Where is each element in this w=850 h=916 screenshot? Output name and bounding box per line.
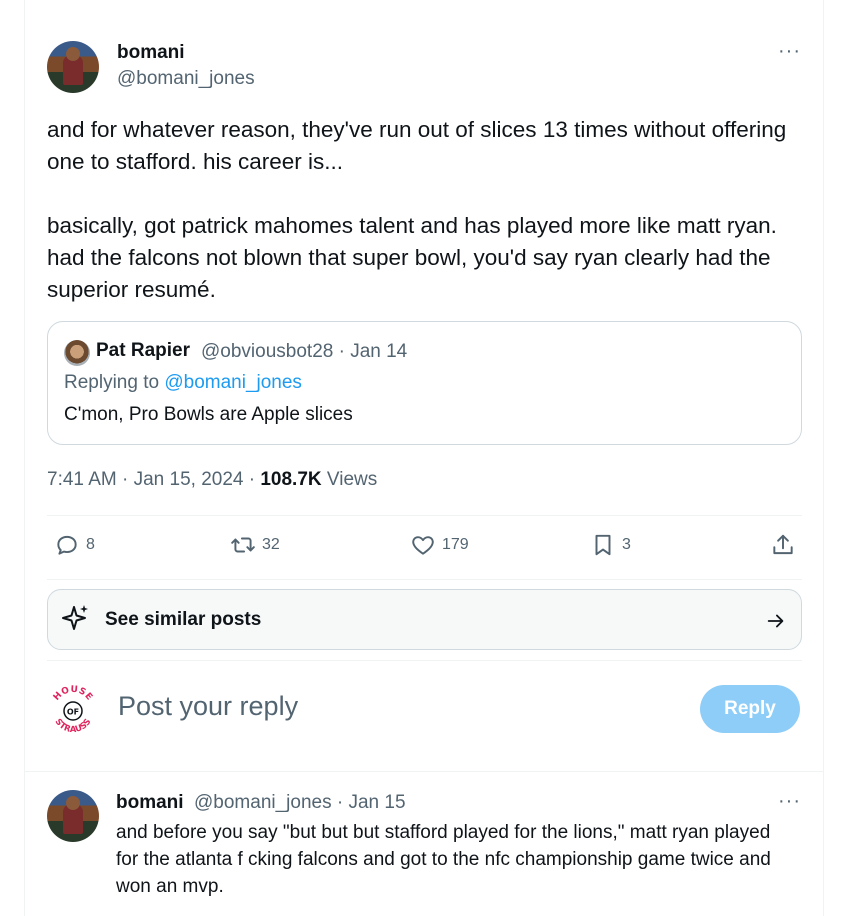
post-time[interactable]: 7:41 AM · Jan 15, 2024 ·	[47, 469, 260, 490]
divider	[47, 660, 802, 661]
reply-author-avatar[interactable]	[47, 790, 99, 842]
more-options-icon[interactable]: ···	[778, 40, 801, 63]
divider	[47, 515, 802, 516]
house-of-strauss-logo-icon: HOUSE OF STRAUSS	[52, 685, 94, 735]
reply-text: and before you say "but but but stafford…	[116, 822, 771, 897]
like-count: 179	[442, 536, 469, 553]
author-name[interactable]: bomani	[117, 42, 185, 64]
see-similar-posts-button[interactable]: See similar posts	[47, 589, 802, 650]
post-text: and for whatever reason, they've run out…	[47, 117, 787, 302]
reply-count: 8	[86, 536, 95, 553]
reply-bubble-icon	[57, 535, 77, 555]
bookmark-icon	[595, 534, 611, 556]
see-similar-posts-label: See similar posts	[105, 609, 262, 630]
views-label: Views	[321, 469, 378, 490]
quoted-post[interactable]: Pat Rapier @obviousbot28 · Jan 14 Replyi…	[47, 321, 802, 445]
logo-text-top: HOUSE	[52, 685, 94, 703]
reply-more-options-icon[interactable]: ···	[778, 790, 801, 813]
quoted-text: C'mon, Pro Bowls are Apple slices	[64, 404, 353, 425]
replying-prefix: Replying to	[64, 372, 165, 393]
bookmark-count: 3	[622, 536, 631, 553]
quoted-author-meta: @obviousbot28 · Jan 14	[201, 341, 408, 362]
repost-icon	[231, 537, 255, 553]
logo-text-mid: OF	[67, 708, 79, 717]
views-count: 108.7K	[260, 469, 322, 490]
like-action-button[interactable]: 179	[410, 532, 469, 558]
replying-handle-link[interactable]: @bomani_jones	[164, 372, 302, 393]
reply-submit-button[interactable]: Reply	[700, 685, 800, 733]
repost-count: 32	[262, 536, 280, 553]
post-timestamp: 7:41 AM · Jan 15, 2024 · 108.7K Views	[47, 469, 377, 491]
arrow-right-icon	[767, 614, 784, 628]
reply-author-name[interactable]: bomani	[116, 792, 184, 814]
quoted-author-name: Pat Rapier	[96, 340, 190, 361]
svg-text:HOUSE: HOUSE	[52, 685, 94, 703]
share-icon	[773, 534, 793, 555]
current-user-avatar[interactable]: HOUSE OF STRAUSS	[47, 684, 99, 736]
author-avatar[interactable]	[47, 41, 99, 93]
reply-input[interactable]: Post your reply	[118, 691, 298, 722]
repost-action-button[interactable]: 32	[230, 532, 280, 558]
share-action-button[interactable]	[770, 532, 796, 558]
thread-separator	[24, 771, 824, 772]
bookmark-action-button[interactable]: 3	[590, 532, 631, 558]
heart-icon	[412, 536, 434, 555]
quoted-author-avatar	[64, 340, 90, 366]
reply-action-button[interactable]: 8	[54, 532, 95, 558]
reply-author-meta[interactable]: @bomani_jones · Jan 15	[194, 792, 406, 814]
sparkle-icon	[62, 605, 88, 630]
quoted-replying-to: Replying to @bomani_jones	[64, 372, 302, 394]
author-handle[interactable]: @bomani_jones	[117, 68, 255, 90]
divider	[47, 579, 802, 580]
